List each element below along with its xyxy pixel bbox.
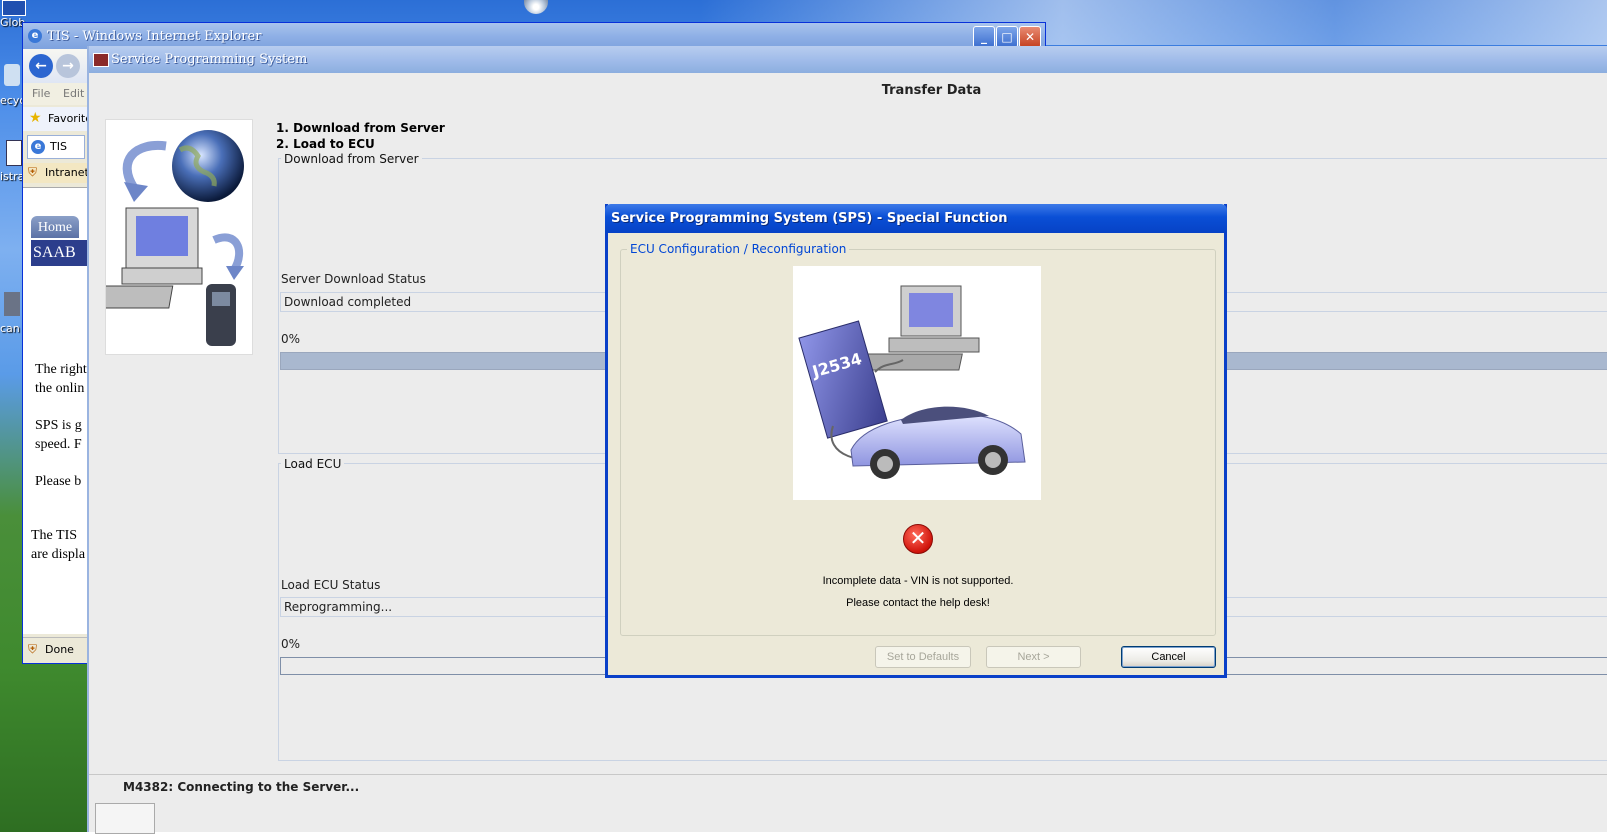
page-text-line: the onlin (35, 381, 85, 396)
ie-tab-icon: e (31, 140, 45, 154)
cancel-button[interactable]: Cancel (1121, 646, 1216, 668)
j2534-car-computer-image: J2534 (798, 285, 1026, 479)
star-icon[interactable]: ★ (29, 110, 42, 126)
zone-label: Intranet (45, 166, 89, 179)
forward-button[interactable]: → (56, 54, 80, 78)
sps-window-title: Service Programming System (111, 52, 308, 67)
ie-window-title: TIS - Windows Internet Explorer (47, 29, 262, 44)
minimize-button[interactable]: _ (973, 26, 995, 48)
ecu-config-group-label: ECU Configuration / Reconfiguration (627, 242, 850, 256)
download-progress-label: 0% (281, 332, 301, 346)
page-text-line: Please b (35, 474, 82, 489)
home-tab[interactable]: Home (31, 216, 79, 238)
step-download: 1. Download from Server (276, 121, 445, 135)
page-text-line: The TIS (31, 528, 78, 543)
maximize-button[interactable]: □ (996, 26, 1018, 48)
page-text-line: are displa (31, 547, 85, 562)
page-text-line: speed. F (35, 437, 82, 452)
saab-brand-bar: SAAB (31, 240, 89, 266)
status-message: M4382: Connecting to the Server... (123, 780, 360, 794)
sps-titlebar[interactable]: Service Programming System (89, 46, 1607, 73)
recycle-bin-icon[interactable] (4, 64, 20, 86)
load-progress-label: 0% (281, 637, 301, 651)
ie-navigation-bar: ← → (23, 49, 87, 83)
sps-statusbar: M4382: Connecting to the Server... (89, 774, 1607, 801)
ie-statusbar: ⛨ Done (23, 637, 87, 662)
transfer-graphic (78, 119, 253, 355)
ecu-config-group: ECU Configuration / Reconfiguration J253… (620, 242, 1216, 636)
ie-page-content: Home SAAB The right the onlin SPS is g s… (23, 187, 89, 634)
server-status-label: Server Download Status (281, 272, 426, 286)
ie-menubar: File Edit (23, 83, 87, 105)
shield-icon: ⛨ (28, 165, 38, 179)
sps-app-icon (93, 53, 109, 67)
bottom-button-stub[interactable] (95, 803, 155, 834)
tab-label: TIS (50, 140, 67, 153)
desktop-label: can (0, 322, 20, 335)
ie-security-zone: ⛨ Intranet (23, 163, 89, 183)
status-text: Done (45, 643, 74, 656)
ie-logo-icon: e (28, 29, 42, 43)
dialog-title: Service Programming System (SPS) - Speci… (611, 211, 1008, 226)
page-text-line: SPS is g (35, 418, 82, 433)
shield-icon: ⛨ (28, 642, 38, 656)
ie-tab-tis[interactable]: e TIS (27, 135, 85, 159)
shortcut-icon[interactable] (4, 292, 20, 316)
dialog-titlebar[interactable]: Service Programming System (SPS) - Speci… (605, 204, 1227, 233)
desktop-label: istra (0, 170, 25, 183)
desktop-shortcut-icon[interactable] (2, 0, 26, 16)
download-group-label: Download from Server (281, 152, 422, 166)
set-to-defaults-button[interactable]: Set to Defaults (875, 646, 971, 668)
back-button[interactable]: ← (29, 54, 53, 78)
load-status-label: Load ECU Status (281, 578, 381, 592)
page-text-line: The right (35, 362, 87, 377)
step-load: 2. Load to ECU (276, 137, 375, 151)
close-button[interactable]: ✕ (1019, 26, 1041, 48)
favorites-label[interactable]: Favorite (48, 112, 92, 125)
document-icon[interactable] (6, 140, 22, 166)
computer-globe-illustration (78, 130, 244, 346)
next-button[interactable]: Next > (986, 646, 1081, 668)
sps-special-function-dialog: Service Programming System (SPS) - Speci… (605, 204, 1227, 678)
error-message-line1: Incomplete data - VIN is not supported. (822, 575, 1014, 587)
menu-file[interactable]: File (32, 87, 50, 100)
ie-favorites-bar: ★ Favorite (23, 107, 92, 131)
j2534-illustration: J2534 (793, 266, 1041, 500)
load-group-label: Load ECU (281, 457, 345, 471)
error-icon: ✕ (903, 524, 933, 554)
error-message-line2: Please contact the help desk! (846, 597, 990, 609)
page-title: Transfer Data (881, 83, 982, 98)
menu-edit[interactable]: Edit (63, 87, 84, 100)
